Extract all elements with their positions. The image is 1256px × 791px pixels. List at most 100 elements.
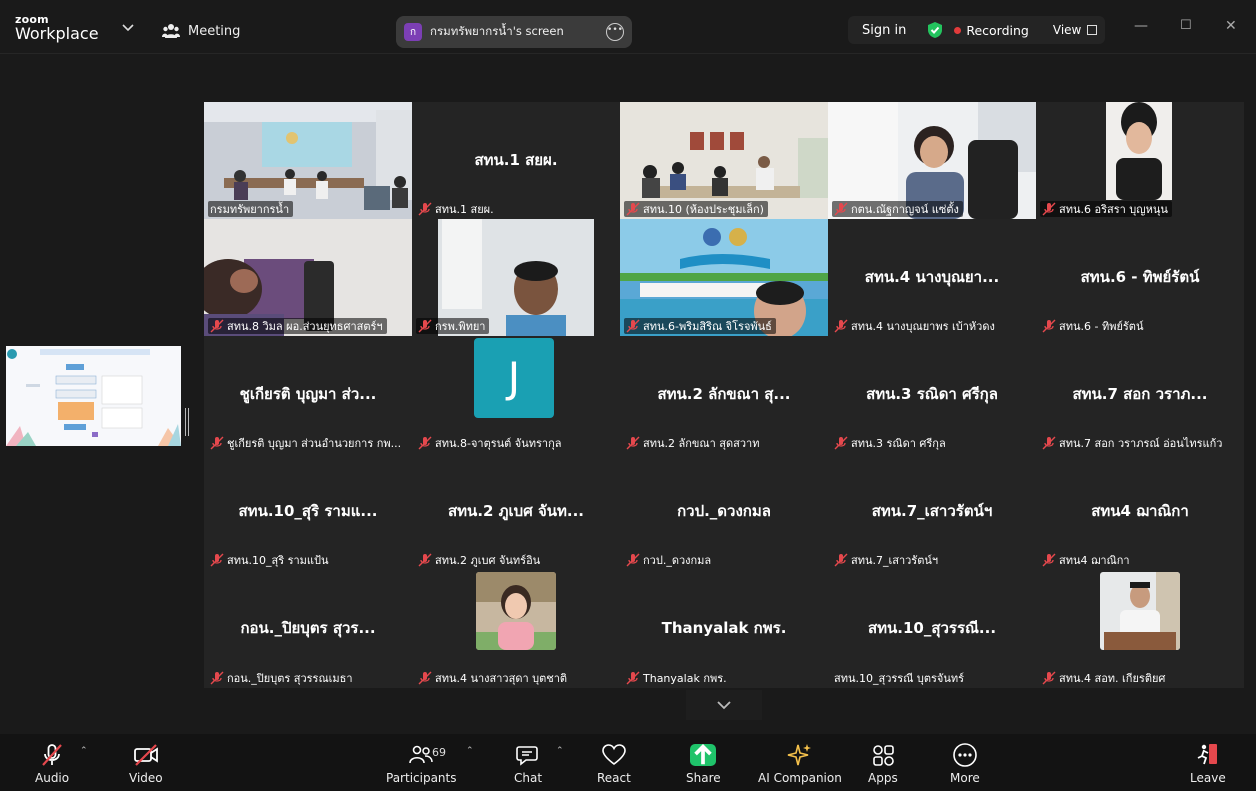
panel-resize-handle[interactable]	[185, 408, 189, 436]
participant-tile[interactable]: กอน._ปิยบุตร สุวร... กอน._ปิยบุตร สุวรรณ…	[204, 570, 412, 688]
participant-display-name: สทน4 ฌาณิกา	[1091, 502, 1189, 520]
participant-tile[interactable]: Thanyalak กพร. Thanyalak กพร.	[620, 570, 828, 688]
participant-tile[interactable]: สทน.10_สุริ รามแ... สทน.10_สุริ รามแป้น	[204, 453, 412, 570]
chat-options-caret-icon[interactable]: ⌃	[556, 746, 564, 756]
participant-tile[interactable]: กรพ.พิทยา	[412, 219, 620, 336]
people-icon	[162, 24, 180, 38]
apps-button[interactable]: Apps	[868, 742, 898, 785]
shared-screen-thumbnail[interactable]	[6, 346, 181, 446]
ai-companion-button[interactable]: AI Companion	[758, 742, 842, 785]
participant-display-name: กอน._ปิยบุตร สุวร...	[240, 619, 376, 637]
participant-name-label: สทน.10_สุวรรณี บุตรจันทร์	[834, 672, 965, 685]
participant-name-label: สทน.4 นางสาวสุดา บุตชาติ	[416, 670, 571, 686]
video-button[interactable]: Video	[129, 742, 163, 785]
participant-name-label: ชูเกียรติ บุญมา ส่วนอำนวยการ กพ...	[208, 435, 405, 451]
participant-tile[interactable]: สทน.7_เสาวรัตน์ฯ สทน.7_เสาวรัตน์ฯ	[828, 453, 1036, 570]
participant-display-name: สทน.1 สยผ.	[474, 151, 558, 169]
participant-tile[interactable]: สทน.7 สอก วราภ... สทน.7 สอก วราภรณ์ อ่อน…	[1036, 336, 1244, 453]
meeting-controls: Audio ⌃ Video Participants 69 ⌃ Chat ⌃ R…	[0, 734, 1256, 791]
chat-button[interactable]: Chat	[514, 742, 542, 785]
apps-icon	[873, 745, 894, 766]
participant-tile[interactable]: J สทน.8-จาตุรนต์ จันทรากุล	[412, 336, 620, 453]
participant-display-name: สทน.2 ภูเบศ จันท...	[448, 502, 584, 520]
mic-muted-icon	[1042, 202, 1056, 216]
chat-label: Chat	[514, 771, 543, 785]
participant-tile[interactable]: สทน.4 นางสาวสุดา บุตชาติ	[412, 570, 620, 688]
audio-options-caret-icon[interactable]: ⌃	[80, 746, 88, 756]
share-button[interactable]: Share	[686, 742, 721, 785]
sign-in-button[interactable]: Sign in	[862, 23, 906, 38]
sharer-avatar-badge: ก	[404, 23, 422, 41]
participant-tile[interactable]: สทน4 ฌาณิกา สทน4 ฌาณิกา	[1036, 453, 1244, 570]
participant-name-label: กรมทรัพยากรน้ำ	[208, 201, 294, 217]
mic-muted-icon	[1042, 319, 1056, 333]
participant-tile[interactable]: สทน.2 ลักขณา สุ... สทน.2 ลักขณา สุดสวาท	[620, 336, 828, 453]
mic-muted-icon	[418, 319, 432, 333]
participant-name-label: กวป._ดวงกมล	[624, 552, 715, 568]
mic-muted-icon	[210, 553, 224, 567]
mic-muted-icon	[626, 436, 640, 450]
meeting-label: Meeting	[188, 23, 241, 39]
participant-display-name: สทน.6 - ทิพย์รัตน์	[1080, 268, 1200, 286]
ai-companion-label: AI Companion	[758, 771, 842, 785]
mic-muted-icon	[1042, 436, 1056, 450]
participants-options-caret-icon[interactable]: ⌃	[466, 746, 474, 756]
participant-name-label: กรพ.พิทยา	[416, 318, 490, 334]
mic-muted-icon	[418, 202, 432, 216]
participant-tile[interactable]: สทน.6 อริสรา บุญหนุน	[1036, 102, 1244, 219]
audio-button[interactable]: Audio	[35, 742, 69, 785]
participant-name-label: สทน4 ฌาณิกา	[1040, 552, 1134, 568]
participant-name-label: สทน.10_สุริ รามแป้น	[208, 552, 333, 568]
more-button[interactable]: More	[950, 742, 980, 785]
participant-name-label: สทน.2 ลักขณา สุดสวาท	[624, 435, 763, 451]
view-button[interactable]: View	[1053, 23, 1081, 37]
participant-name-label: สทน.6 อริสรา บุญหนุน	[1040, 201, 1172, 217]
close-icon[interactable]: ✕	[1225, 18, 1237, 34]
participant-tile[interactable]: สทน.4 นางบุณยา... สทน.4 นางบุณยาพร เบ้าห…	[828, 219, 1036, 336]
participants-icon	[409, 745, 433, 764]
participant-tile[interactable]: กตน.ณัฐกาญจน์ แซ่ตั้ง	[828, 102, 1036, 219]
mic-muted-icon	[418, 553, 432, 567]
video-label: Video	[129, 771, 163, 785]
encryption-shield-icon[interactable]	[926, 21, 944, 39]
participant-tile[interactable]: สทน.2 ภูเบศ จันท... สทน.2 ภูเบศ จันทร์อิ…	[412, 453, 620, 570]
participant-display-name: สทน.10_สุริ รามแ...	[238, 502, 378, 520]
mic-muted-icon	[834, 553, 848, 567]
participant-tile[interactable]: กรมทรัพยากรน้ำ	[204, 102, 412, 219]
screen-share-indicator[interactable]: ก กรมทรัพยากรน้ำ's screen •••	[396, 16, 632, 48]
leave-button[interactable]: Leave	[1190, 742, 1226, 785]
maximize-icon[interactable]: ☐	[1180, 18, 1192, 33]
participant-tile[interactable]: สทน.3 รณิดา ศรีกุล สทน.3 รณิดา ศรีกุล	[828, 336, 1036, 453]
mic-muted-icon	[1042, 671, 1056, 685]
participant-name-label: สทน.1 สยผ.	[416, 201, 498, 217]
recording-status[interactable]: Recording	[966, 23, 1029, 38]
zoom-logo[interactable]: zoom Workplace	[15, 14, 99, 42]
audio-label: Audio	[35, 771, 70, 785]
meeting-menu[interactable]: Meeting	[162, 23, 240, 39]
participant-tile[interactable]: สทน.8 วิมล ผอ.ส่วนยุทธศาสตร์ฯ	[204, 219, 412, 336]
flowchart-slide-preview	[6, 346, 181, 446]
participant-name-label: กอน._ปิยบุตร สุวรรณเมธา	[208, 670, 357, 686]
view-layout-icon[interactable]	[1087, 25, 1098, 35]
participant-tile[interactable]: สทน.4 สอท. เกียรติยศ	[1036, 570, 1244, 688]
participant-name-label: สทน.10 (ห้องประชุมเล็ก)	[624, 201, 768, 217]
participant-tile[interactable]: สทน.1 สยผ. สทน.1 สยผ.	[412, 102, 620, 219]
participant-tile[interactable]: กวป._ดวงกมล กวป._ดวงกมล	[620, 453, 828, 570]
chevron-down-icon[interactable]	[122, 22, 134, 35]
mic-muted-icon	[834, 319, 848, 333]
gallery-view: กรมทรัพยากรน้ำ สทน.1 สยผ. สทน.1 สยผ. สทน…	[204, 102, 1244, 688]
apps-label: Apps	[868, 771, 898, 785]
more-options-icon[interactable]: •••	[606, 23, 624, 41]
participant-tile[interactable]: ชูเกียรติ บุญมา ส่ว... ชูเกียรติ บุญมา ส…	[204, 336, 412, 453]
react-button[interactable]: React	[597, 742, 631, 785]
minimize-icon[interactable]: —	[1134, 18, 1148, 34]
participant-tile[interactable]: สทน.10 (ห้องประชุมเล็ก)	[620, 102, 828, 219]
participant-display-name: สทน.4 นางบุณยา...	[864, 268, 1000, 286]
participant-tile[interactable]: สทน.6-พริมสิริณ จิโรจพันธ์	[620, 219, 828, 336]
participant-display-name: สทน.10_สุวรรณี...	[867, 619, 997, 637]
participant-tile[interactable]: สทน.10_สุวรรณี... สทน.10_สุวรรณี บุตรจัน…	[828, 570, 1036, 688]
gallery-next-page-button[interactable]	[686, 690, 762, 720]
participant-name-label: สทน.8 วิมล ผอ.ส่วนยุทธศาสตร์ฯ	[208, 318, 387, 334]
mic-muted-icon	[626, 553, 640, 567]
participant-tile[interactable]: สทน.6 - ทิพย์รัตน์ สทน.6 - ทิพย์รัตน์	[1036, 219, 1244, 336]
